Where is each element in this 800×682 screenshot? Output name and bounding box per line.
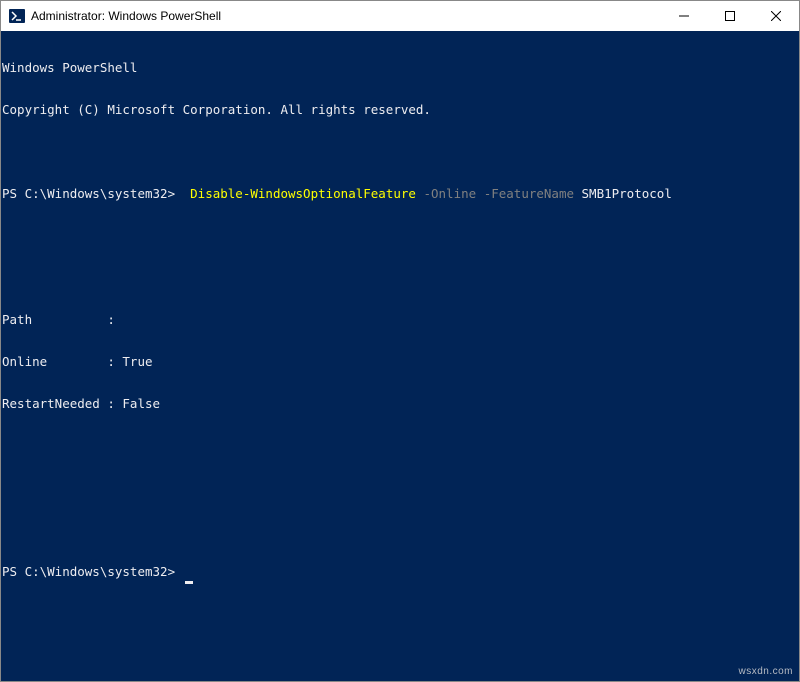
prompt-line: PS C:\Windows\system32> [2, 565, 799, 584]
param-online: -Online [423, 186, 476, 201]
close-button[interactable] [753, 1, 799, 31]
titlebar[interactable]: Administrator: Windows PowerShell [1, 1, 799, 31]
output-restart: RestartNeeded : False [2, 397, 799, 411]
blank-line [2, 523, 799, 537]
header-line: Windows PowerShell [2, 61, 799, 75]
cursor [185, 581, 193, 584]
arg-value: SMB1Protocol [582, 186, 672, 201]
watermark: wsxdn.com [738, 665, 793, 679]
powershell-window: Administrator: Windows PowerShell Window… [0, 0, 800, 682]
maximize-button[interactable] [707, 1, 753, 31]
blank-line [2, 271, 799, 285]
output-online: Online : True [2, 355, 799, 369]
prompt: PS C:\Windows\system32> [2, 186, 175, 201]
prompt: PS C:\Windows\system32> [2, 564, 175, 579]
cmdlet: Disable-WindowsOptionalFeature [190, 186, 416, 201]
window-controls [661, 1, 799, 31]
blank-line [2, 439, 799, 453]
command-line: PS C:\Windows\system32> Disable-WindowsO… [2, 187, 799, 201]
terminal-area[interactable]: Windows PowerShell Copyright (C) Microso… [1, 31, 799, 681]
powershell-icon [9, 8, 25, 24]
blank-line [2, 145, 799, 159]
minimize-button[interactable] [661, 1, 707, 31]
output-path: Path : [2, 313, 799, 327]
blank-line [2, 229, 799, 243]
window-title: Administrator: Windows PowerShell [31, 9, 661, 23]
blank-line [2, 481, 799, 495]
copyright-line: Copyright (C) Microsoft Corporation. All… [2, 103, 799, 117]
param-featurename: -FeatureName [484, 186, 574, 201]
